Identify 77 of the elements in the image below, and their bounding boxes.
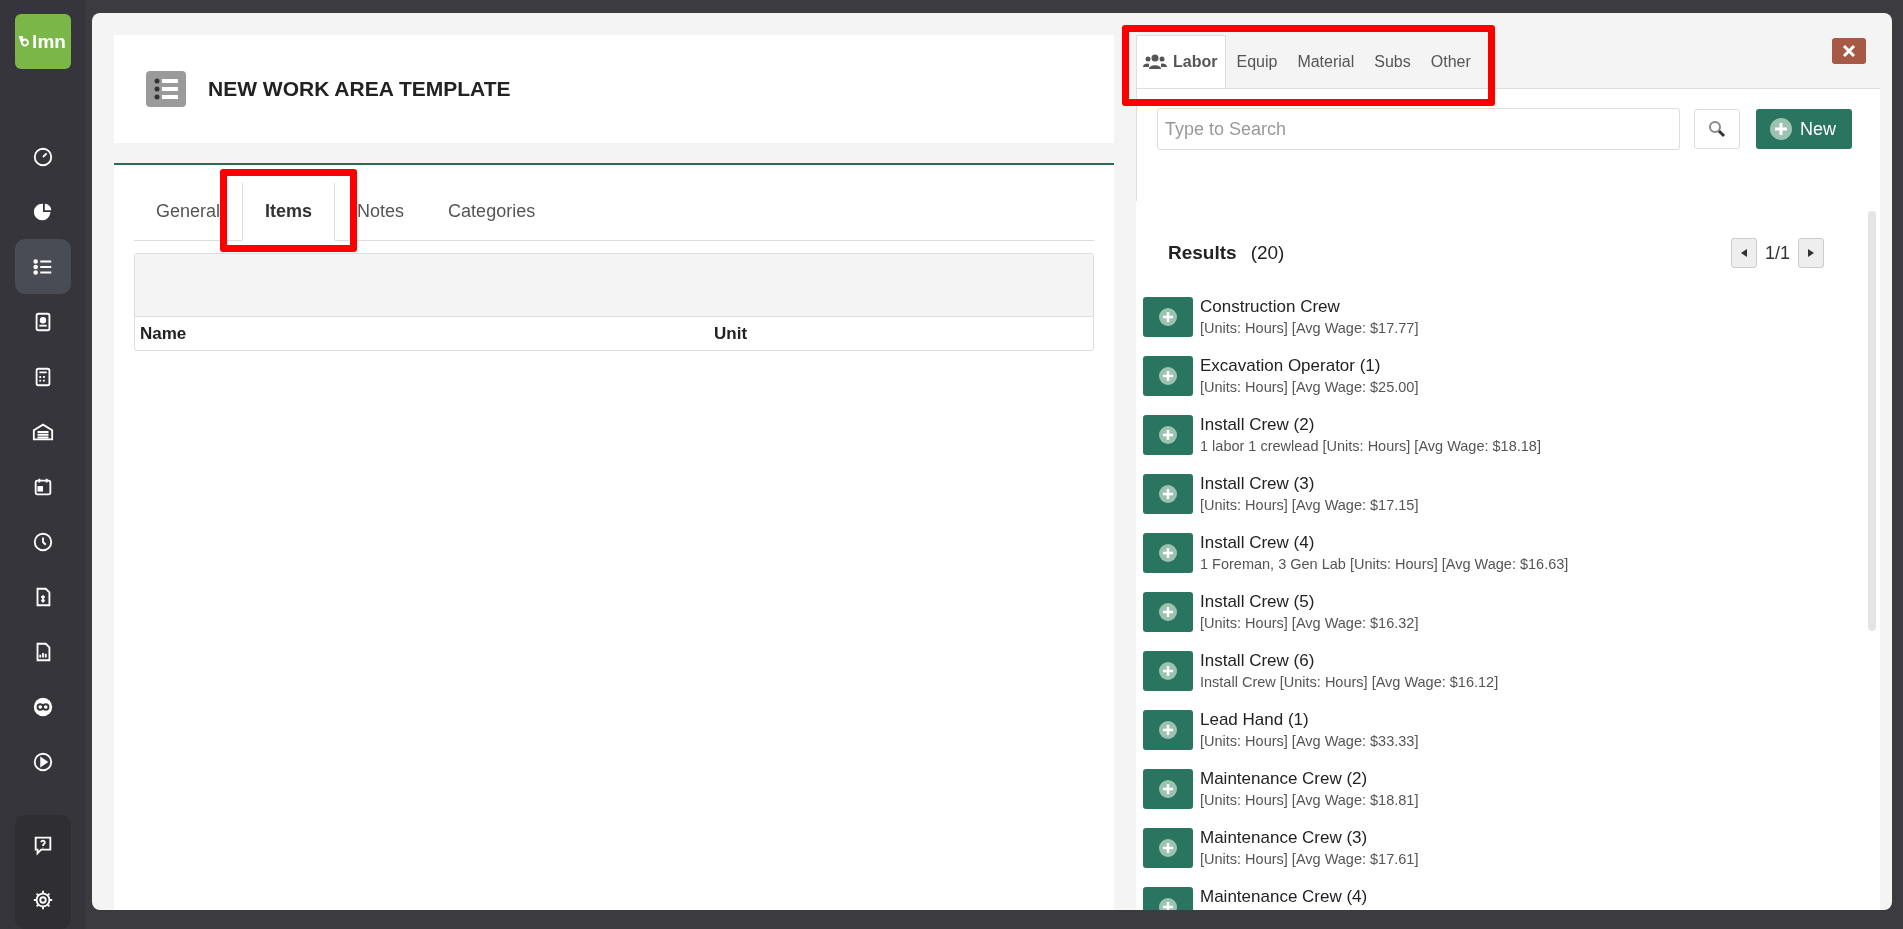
tab[interactable]: Equip — [1226, 35, 1288, 88]
result-name: Install Crew (2) — [1200, 415, 1316, 435]
plus-icon — [1159, 426, 1177, 444]
tab[interactable]: Material — [1287, 35, 1365, 88]
result-detail: [Units: Hours] [Avg Wage: $18.81] — [1200, 792, 1419, 808]
plus-icon — [1159, 839, 1177, 857]
add-button[interactable] — [1143, 592, 1193, 632]
play-icon — [31, 750, 54, 773]
next-page-button[interactable] — [1798, 238, 1824, 268]
result-detail: Install Crew [Units: Hours] [Avg Wage: $16.12] — [1200, 674, 1499, 690]
add-button[interactable] — [1143, 828, 1193, 868]
plus-icon — [1159, 721, 1177, 739]
tab[interactable]: Notes — [335, 183, 427, 240]
result-detail: 1 labor 1 crewlead [Units: Hours] [Avg Wage: $18.18] — [1200, 438, 1541, 454]
search-button[interactable] — [1694, 109, 1740, 149]
add-button[interactable] — [1143, 710, 1193, 750]
sidebar-item[interactable] — [14, 239, 71, 294]
close-icon — [1842, 44, 1856, 58]
result-detail: [Units: Hours] [Avg Wage: $33.33] — [1200, 733, 1419, 749]
plus-icon — [1159, 485, 1177, 503]
users-icon — [1143, 54, 1167, 70]
search-icon — [1708, 120, 1726, 138]
add-button[interactable] — [1143, 769, 1193, 809]
results-count: (20) — [1250, 242, 1285, 264]
tab[interactable]: General — [134, 183, 243, 240]
tab[interactable]: Labor — [1136, 35, 1227, 88]
add-button[interactable] — [1143, 533, 1193, 573]
result-name: Maintenance Crew (4) — [1200, 887, 1368, 907]
plus-icon — [1159, 662, 1177, 680]
list-icon — [146, 71, 186, 107]
logo-text: lmn — [32, 30, 66, 53]
result-name: Install Crew (3) — [1200, 474, 1316, 494]
plus-icon — [1770, 118, 1792, 140]
plus-icon — [1159, 367, 1177, 385]
quickbooks-icon — [31, 695, 54, 718]
settings-icon — [31, 888, 54, 911]
tab[interactable]: Items — [242, 183, 336, 241]
gauge-icon — [31, 145, 54, 168]
result-detail: [Units: Hours] [Avg Wage: $17.77] — [1200, 320, 1419, 336]
page-title: NEW WORK AREA TEMPLATE — [208, 77, 511, 101]
add-button[interactable] — [1143, 297, 1193, 337]
page-indicator: 1/1 — [1764, 242, 1790, 264]
tab[interactable]: Subs — [1364, 35, 1421, 88]
result-name: Excavation Operator (1) — [1200, 356, 1382, 376]
result-name: Construction Crew — [1200, 297, 1341, 317]
tab[interactable]: Other — [1420, 35, 1481, 88]
result-name: Lead Hand (1) — [1200, 710, 1310, 730]
logo-icon — [19, 35, 32, 48]
plus-icon — [1159, 780, 1177, 798]
plus-icon — [1159, 603, 1177, 621]
result-detail: [Units: Hours] [Avg Wage: $16.32] — [1200, 615, 1419, 631]
result-name: Maintenance Crew (2) — [1200, 769, 1369, 789]
caret-right-icon — [1808, 249, 1814, 257]
result-name: Maintenance Crew (3) — [1200, 828, 1369, 848]
result-name: Install Crew (5) — [1200, 592, 1316, 612]
add-button[interactable] — [1143, 415, 1193, 455]
results-title: Results — [1168, 242, 1237, 264]
result-name: Install Crew (6) — [1200, 651, 1316, 671]
result-detail: [Units: Hours] [Avg Wage: $25.00] — [1200, 379, 1419, 395]
previous-page-button[interactable] — [1730, 238, 1757, 268]
plus-icon — [1159, 544, 1177, 562]
column-header: Name — [140, 323, 188, 344]
plus-icon — [1159, 308, 1177, 326]
result-detail: [Units: Hours] [Avg Wage: $17.61] — [1200, 851, 1419, 867]
new-button[interactable]: New — [1756, 109, 1852, 149]
add-button[interactable] — [1143, 651, 1193, 691]
add-button[interactable] — [1143, 356, 1193, 396]
caret-left-icon — [1740, 249, 1747, 257]
close-button[interactable] — [1832, 38, 1866, 64]
result-detail: [Units: Hours] [Avg Wage: $17.15] — [1200, 497, 1419, 513]
column-header: Unit — [714, 323, 749, 344]
clock-icon — [31, 530, 54, 553]
search-field[interactable]: Type to Search — [1157, 108, 1680, 150]
result-name: Install Crew (4) — [1200, 533, 1316, 553]
result-detail: 1 Foreman, 3 Gen Lab [Units: Hours] [Avg Wage: $16.63] — [1200, 556, 1569, 572]
add-button[interactable] — [1143, 474, 1193, 514]
tab[interactable]: Categories — [426, 183, 558, 240]
